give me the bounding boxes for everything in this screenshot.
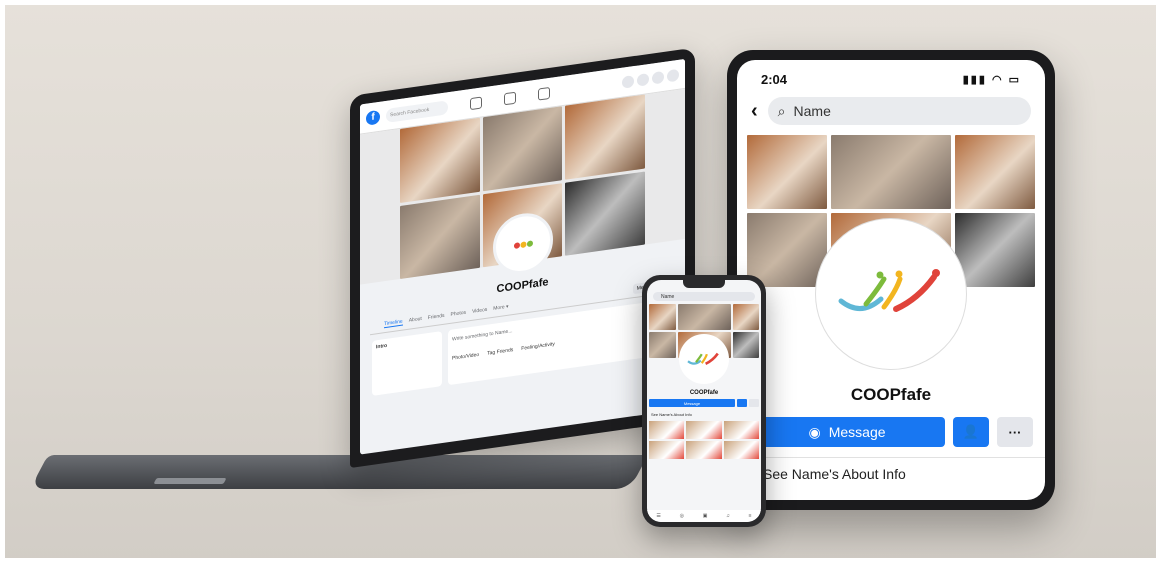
cover-photo <box>747 135 827 209</box>
message-button-label: Message <box>828 424 886 440</box>
tab-friends[interactable]: Friends <box>428 313 445 321</box>
profile-actions: Message <box>647 396 761 410</box>
nav-watch-icon[interactable]: ▣ <box>703 513 708 519</box>
signal-wifi-battery-icon: ▮▮▮ ◠ ▭ <box>962 74 1021 86</box>
photo-tile[interactable] <box>686 441 722 459</box>
cover-photo <box>954 135 1035 209</box>
cover-photo <box>400 194 480 279</box>
bottom-nav: ☰ ◎ ▣ ♫ ≡ <box>647 510 761 522</box>
search-row: ‹ ⌕ Name <box>737 87 1045 135</box>
nav-home-icon[interactable]: ☰ <box>656 513 660 519</box>
messenger-icon: ◉ <box>808 423 821 440</box>
back-chevron-icon[interactable]: ‹ <box>751 100 758 123</box>
profile-picture-logo[interactable] <box>816 219 966 369</box>
add-friend-button[interactable] <box>737 399 747 407</box>
cover-photo <box>565 94 645 180</box>
cover-photo <box>732 332 759 358</box>
tab-videos[interactable]: Videos <box>472 307 487 315</box>
tag-friends-button[interactable]: Tag Friends <box>487 347 513 357</box>
laptop-screen: f Search Facebook ● ● ● COOPfafe Timelin… <box>360 58 685 455</box>
add-icon[interactable] <box>622 74 634 89</box>
add-friend-button[interactable]: 👤 <box>953 417 989 447</box>
cover-photo <box>831 135 951 209</box>
more-icon: ··· <box>1008 424 1022 440</box>
notifications-icon[interactable] <box>652 70 664 85</box>
photo-tile[interactable] <box>723 421 759 439</box>
tab-more[interactable]: More ▾ <box>493 304 508 312</box>
profile-actions: ◉ Message 👤 ··· <box>737 405 1045 447</box>
tablet: 2:04 ▮▮▮ ◠ ▭ ‹ ⌕ Name COOPfafe ◉ Message… <box>727 50 1055 510</box>
tab-about[interactable]: About <box>409 316 422 324</box>
nav-menu-icon[interactable]: ≡ <box>749 513 752 519</box>
laptop-trackpad <box>153 478 227 484</box>
photo-tile[interactable] <box>686 421 722 439</box>
photo-tile[interactable] <box>649 421 685 439</box>
page-title: COOPfafe <box>850 385 932 404</box>
nav-friends-icon[interactable]: ◎ <box>680 513 684 519</box>
phone: Name COOPfafe Message See Name's About I… <box>642 275 766 527</box>
search-input[interactable]: ⌕ Name <box>767 97 1031 125</box>
account-menu-icon[interactable] <box>667 68 679 82</box>
profile-picture-logo[interactable] <box>679 334 729 384</box>
tab-timeline[interactable]: Timeline <box>384 318 403 328</box>
photo-tile[interactable] <box>723 441 759 459</box>
search-text: Name <box>793 103 831 119</box>
tablet-screen: 2:04 ▮▮▮ ◠ ▭ ‹ ⌕ Name COOPfafe ◉ Message… <box>737 60 1045 500</box>
cover-photo <box>482 106 563 191</box>
phone-screen: Name COOPfafe Message See Name's About I… <box>647 280 761 522</box>
photo-tile[interactable] <box>649 441 685 459</box>
tab-photos[interactable]: Photos <box>450 310 466 318</box>
cover-photo <box>649 332 676 358</box>
search-icon: ⌕ <box>777 102 786 119</box>
status-time: 2:04 <box>761 72 788 87</box>
about-info-link[interactable]: See Name's About Info <box>737 457 1045 490</box>
flag-icon[interactable] <box>504 91 516 105</box>
cover-photo <box>565 171 645 256</box>
cover-photo <box>732 304 759 330</box>
cover-photo <box>954 213 1035 287</box>
status-bar: 2:04 ▮▮▮ ◠ ▭ <box>737 60 1045 87</box>
home-icon[interactable] <box>470 95 482 110</box>
search-input[interactable]: Name <box>653 292 755 301</box>
phone-notch <box>683 280 725 288</box>
watch-icon[interactable] <box>538 86 550 101</box>
search-input[interactable]: Search Facebook <box>386 99 448 123</box>
coop-logo-icon <box>687 352 719 365</box>
topbar-actions <box>622 68 679 89</box>
cover-photo <box>649 304 676 330</box>
messenger-icon[interactable] <box>637 72 649 87</box>
cover-photo-collage <box>647 304 761 384</box>
photo-grid <box>647 419 761 461</box>
laptop-base <box>29 455 649 489</box>
add-friend-icon: 👤 <box>962 424 980 439</box>
intro-card: Intro <box>372 331 442 396</box>
cover-photo <box>677 304 731 330</box>
cover-photo <box>747 213 827 287</box>
cover-photo <box>400 117 480 203</box>
cover-photo-collage <box>737 135 1045 369</box>
feeling-activity-button[interactable]: Feeling/Activity <box>521 341 555 352</box>
more-options-button[interactable]: ··· <box>997 417 1033 447</box>
nav-notifications-icon[interactable]: ♫ <box>726 513 730 519</box>
about-info-link[interactable]: See Name's About Info <box>647 410 761 419</box>
photo-video-button[interactable]: Photo/Video <box>452 352 479 362</box>
message-button[interactable]: Message <box>649 399 735 407</box>
more-options-button[interactable] <box>749 399 759 407</box>
coop-logo-icon <box>838 269 940 312</box>
facebook-logo-icon[interactable]: f <box>366 109 380 126</box>
message-button[interactable]: ◉ Message <box>749 417 945 447</box>
intro-heading: Intro <box>376 342 388 351</box>
product-mockup-scene: f Search Facebook ● ● ● COOPfafe Timelin… <box>0 0 1161 563</box>
